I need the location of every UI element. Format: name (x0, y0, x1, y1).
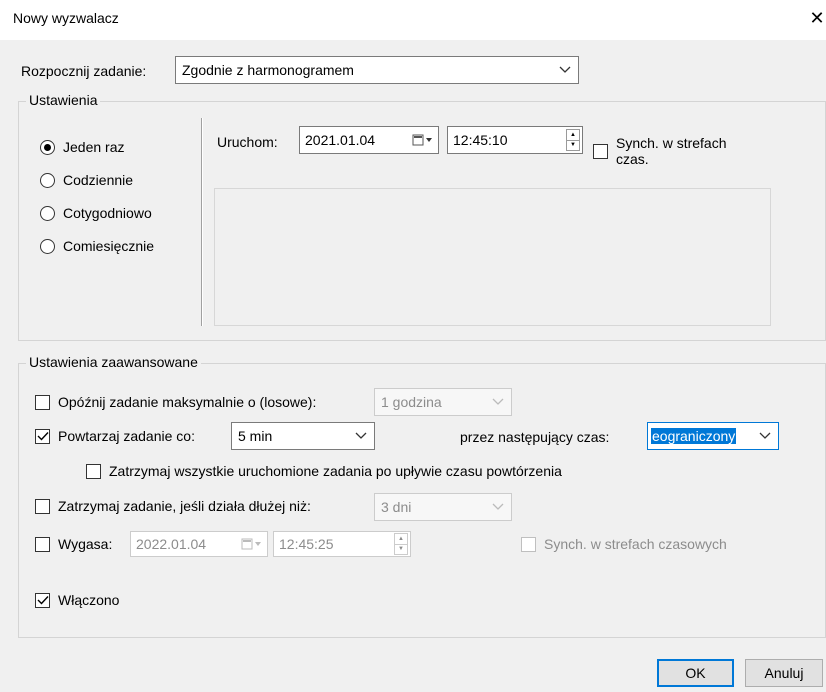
start-time-field[interactable]: 12:45:10 ▲ ▼ (447, 126, 583, 154)
settings-group-title: Ustawienia (26, 92, 101, 108)
repeat-duration-label: przez następujący czas: (460, 429, 610, 445)
ok-button[interactable]: OK (657, 659, 734, 687)
window-title: Nowy wyzwalacz (13, 10, 119, 26)
repeat-checkbox-box (35, 428, 50, 444)
expire-sync-checkbox[interactable]: Synch. w strefach czasowych (521, 536, 727, 552)
radio-weekly-circle (40, 205, 55, 221)
stop-all-checkbox[interactable]: Zatrzymaj wszystkie uruchomione zadania … (86, 463, 562, 479)
radio-once-circle (40, 139, 55, 155)
delay-checkbox[interactable]: Opóźnij zadanie maksymalnie o (losowe): (35, 394, 316, 410)
sync-timezone-checkbox[interactable]: Synch. w strefach czas. (593, 135, 727, 167)
radio-monthly-label: Comiesięcznie (63, 238, 155, 254)
chevron-down-icon (485, 494, 511, 520)
enabled-checkbox[interactable]: Włączono (35, 592, 119, 608)
expire-time-field[interactable]: 12:45:25 ▲ ▼ (273, 531, 411, 557)
expire-label: Wygasa: (58, 536, 113, 552)
delay-checkbox-box (35, 394, 50, 410)
repeat-interval-select[interactable]: 5 min (231, 422, 375, 450)
stop-if-longer-select[interactable]: 3 dni (374, 493, 512, 521)
sync-timezone-label-1: Synch. w strefach (616, 135, 727, 151)
title-bar (0, 0, 826, 40)
settings-divider-highlight (202, 118, 203, 326)
chevron-down-icon (552, 57, 578, 83)
start-date-value: 2021.01.04 (305, 132, 376, 148)
radio-once[interactable]: Jeden raz (40, 139, 124, 155)
start-task-value: Zgodnie z harmonogramem (182, 62, 354, 78)
expire-time-value: 12:45:25 (279, 536, 334, 552)
repeat-interval-value: 5 min (238, 428, 273, 444)
expire-date-value: 2022.01.04 (136, 536, 207, 552)
expire-time-spinner[interactable]: ▲ ▼ (394, 533, 408, 555)
enabled-label: Włączono (58, 592, 120, 608)
radio-daily[interactable]: Codziennie (40, 172, 133, 188)
start-time-value: 12:45:10 (453, 132, 508, 148)
sync-timezone-label-2: czas. (616, 151, 649, 167)
radio-daily-circle (40, 172, 55, 188)
radio-weekly-label: Cotygodniowo (63, 205, 152, 221)
repeat-duration-value: eograniczony (651, 428, 737, 444)
delay-select[interactable]: 1 godzina (374, 388, 512, 416)
start-date-picker[interactable]: 2021.01.04 (299, 126, 439, 154)
radio-once-label: Jeden raz (63, 139, 125, 155)
start-label: Uruchom: (217, 134, 278, 150)
delay-label: Opóźnij zadanie maksymalnie o (losowe): (58, 394, 317, 410)
start-task-label: Rozpocznij zadanie: (21, 63, 147, 79)
expire-sync-label: Synch. w strefach czasowych (544, 536, 727, 552)
chevron-down-icon (752, 423, 778, 449)
stop-all-label: Zatrzymaj wszystkie uruchomione zadania … (109, 463, 562, 479)
start-time-spinner[interactable]: ▲ ▼ (566, 129, 580, 151)
advanced-group-title: Ustawienia zaawansowane (26, 354, 201, 370)
enabled-checkbox-box (35, 592, 50, 608)
close-icon[interactable]: ✕ (808, 7, 826, 31)
delay-value: 1 godzina (381, 394, 442, 410)
calendar-icon[interactable] (408, 127, 438, 153)
expire-checkbox[interactable]: Wygasa: (35, 536, 112, 552)
repeat-label: Powtarzaj zadanie co: (58, 428, 195, 444)
radio-weekly[interactable]: Cotygodniowo (40, 205, 152, 221)
sync-timezone-box (593, 144, 608, 159)
radio-monthly[interactable]: Comiesięcznie (40, 238, 154, 254)
stop-if-longer-checkbox-box (35, 498, 50, 514)
stop-if-longer-label: Zatrzymaj zadanie, jeśli działa dłużej n… (58, 498, 311, 514)
calendar-icon[interactable] (237, 532, 267, 556)
cancel-button[interactable]: Anuluj (745, 659, 823, 687)
start-task-select[interactable]: Zgodnie z harmonogramem (175, 56, 579, 84)
radio-daily-label: Codziennie (63, 172, 134, 188)
stop-if-longer-checkbox[interactable]: Zatrzymaj zadanie, jeśli działa dłużej n… (35, 498, 311, 514)
radio-monthly-circle (40, 238, 55, 254)
stop-all-checkbox-box (86, 463, 101, 479)
recurrence-panel (214, 188, 771, 326)
expire-date-picker[interactable]: 2022.01.04 (130, 531, 268, 557)
stop-if-longer-value: 3 dni (381, 499, 412, 515)
chevron-down-icon (348, 423, 374, 449)
repeat-checkbox[interactable]: Powtarzaj zadanie co: (35, 428, 195, 444)
repeat-duration-select[interactable]: eograniczony (647, 422, 779, 450)
expire-sync-checkbox-box (521, 536, 536, 552)
expire-checkbox-box (35, 536, 50, 552)
chevron-down-icon (485, 389, 511, 415)
